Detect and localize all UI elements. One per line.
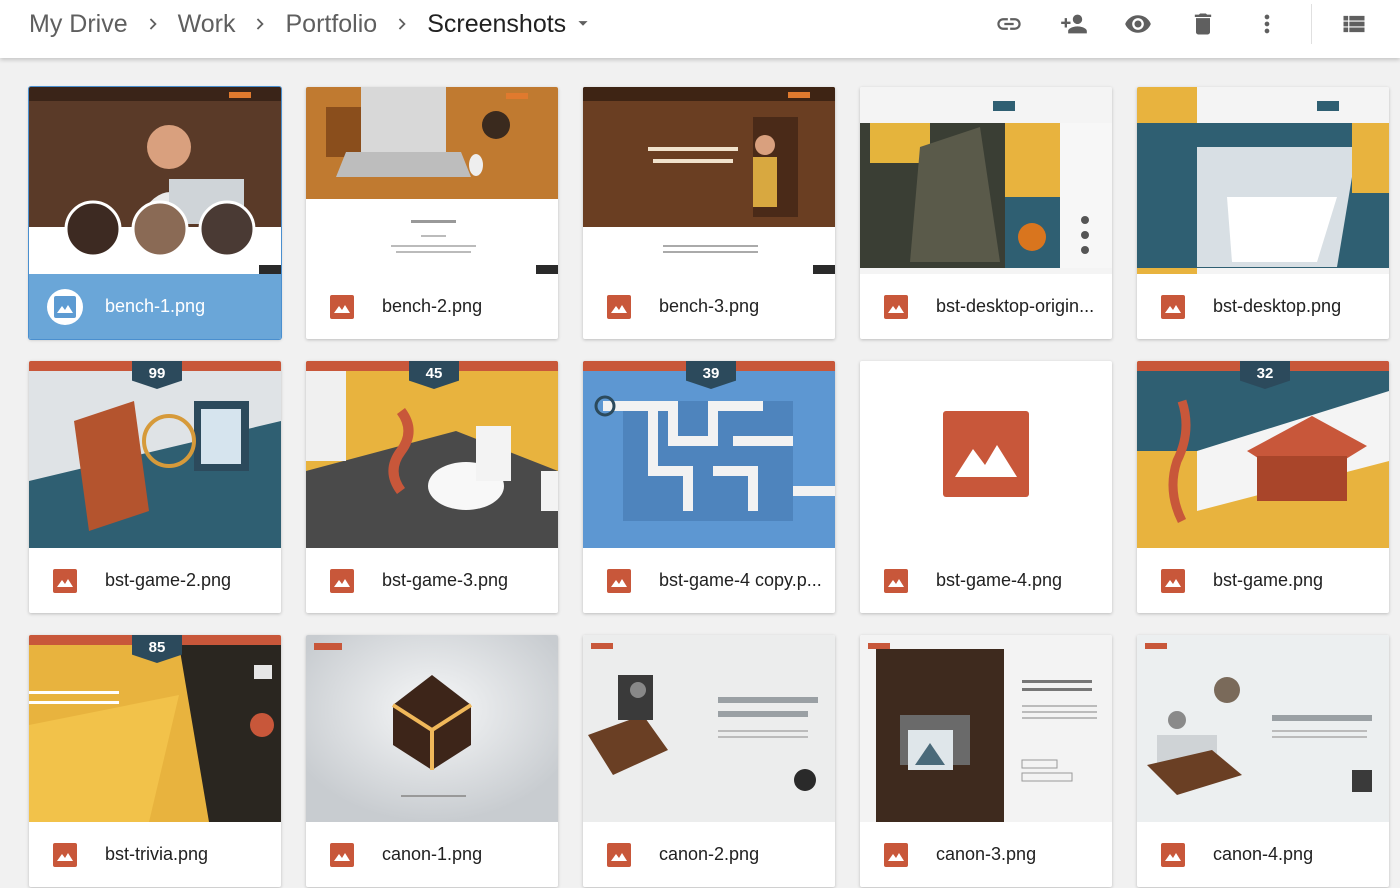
file-card[interactable]: canon-3.png (860, 635, 1112, 887)
image-file-icon (884, 568, 908, 593)
image-file-icon (884, 294, 908, 319)
file-label: bst-desktop-origin... (860, 274, 1112, 339)
file-thumbnail (1137, 87, 1389, 274)
image-placeholder-icon (943, 411, 1029, 497)
breadcrumb: My Drive Work Portfolio Screenshots (29, 0, 594, 48)
file-thumbnail (306, 87, 558, 274)
file-name: canon-4.png (1213, 844, 1314, 864)
trash-icon[interactable] (1183, 4, 1223, 44)
file-card[interactable]: 45 bst-game-3.png (306, 361, 558, 613)
breadcrumb-item-work[interactable]: Work (178, 10, 236, 39)
add-person-icon[interactable] (1054, 4, 1094, 44)
image-file-icon (53, 842, 77, 867)
file-label: bench-1.png (29, 274, 281, 339)
image-file-icon (330, 568, 354, 593)
file-thumbnail (860, 635, 1112, 822)
image-file-icon (330, 842, 354, 867)
file-label: canon-2.png (583, 822, 835, 887)
more-vert-icon[interactable] (1247, 4, 1287, 44)
file-card[interactable]: canon-4.png (1137, 635, 1389, 887)
file-card[interactable]: bench-1.png (29, 87, 281, 339)
file-name: bst-desktop-origin... (936, 296, 1095, 316)
file-card[interactable]: 39 bst-game-4 copy.p... (583, 361, 835, 613)
file-name: canon-1.png (382, 844, 483, 864)
image-file-icon (607, 294, 631, 319)
file-card[interactable]: 85 bst-trivia.png (29, 635, 281, 887)
file-grid: bench-1.png bench-2.png bench-3.png bst-… (29, 87, 1389, 887)
file-name: bst-game-3.png (382, 570, 509, 590)
image-file-icon (330, 294, 354, 319)
file-card[interactable]: bench-3.png (583, 87, 835, 339)
file-label: bst-desktop.png (1137, 274, 1389, 339)
file-label: bench-2.png (306, 274, 558, 339)
file-label: bst-game-4.png (860, 548, 1112, 613)
file-label: bst-game-3.png (306, 548, 558, 613)
breadcrumb-item-portfolio[interactable]: Portfolio (285, 10, 377, 39)
file-thumbnail: 39 (583, 361, 835, 548)
file-thumbnail (583, 87, 835, 274)
image-file-icon (47, 288, 83, 325)
file-label: bst-game-4 copy.p... (583, 548, 835, 613)
image-file-icon (1161, 294, 1185, 319)
file-card[interactable]: bst-desktop-origin... (860, 87, 1112, 339)
toolbar-divider (1311, 4, 1312, 44)
chevron-right-icon (235, 0, 285, 48)
file-thumbnail: 45 (306, 361, 558, 548)
list-view-icon[interactable] (1334, 4, 1374, 44)
file-thumbnail (583, 635, 835, 822)
image-file-icon (1161, 842, 1185, 867)
file-name: canon-2.png (659, 844, 760, 864)
file-card[interactable]: 99 bst-game-2.png (29, 361, 281, 613)
file-name: bst-game-4.png (936, 570, 1063, 590)
file-label: canon-1.png (306, 822, 558, 887)
file-label: bench-3.png (583, 274, 835, 339)
eye-icon[interactable] (1118, 4, 1158, 44)
file-name: bst-game-2.png (105, 570, 232, 590)
file-card[interactable]: bench-2.png (306, 87, 558, 339)
image-file-icon (884, 842, 908, 867)
file-name: bench-2.png (382, 296, 483, 316)
file-thumbnail (306, 635, 558, 822)
breadcrumb-item-my-drive[interactable]: My Drive (29, 10, 128, 39)
image-file-icon (607, 842, 631, 867)
file-name: bench-3.png (659, 296, 760, 316)
file-thumbnail (1137, 635, 1389, 822)
image-file-icon (1161, 568, 1185, 593)
file-card[interactable]: bst-desktop.png (1137, 87, 1389, 339)
file-card[interactable]: canon-2.png (583, 635, 835, 887)
chevron-right-icon (128, 0, 178, 48)
breadcrumb-current-folder[interactable]: Screenshots (427, 10, 566, 39)
file-name: bench-1.png (105, 296, 206, 316)
file-card[interactable]: 32 bst-game.png (1137, 361, 1389, 613)
file-thumbnail: 32 (1137, 361, 1389, 548)
file-label: bst-game-2.png (29, 548, 281, 613)
file-name: canon-3.png (936, 844, 1037, 864)
chevron-right-icon (377, 0, 427, 48)
file-name: bst-game.png (1213, 570, 1324, 590)
image-file-icon (53, 568, 77, 593)
file-thumbnail: 85 (29, 635, 281, 822)
file-thumbnail: 99 (29, 361, 281, 548)
file-thumbnail (860, 87, 1112, 274)
file-name: bst-trivia.png (105, 844, 209, 864)
image-file-icon (607, 568, 631, 593)
dropdown-arrow-icon[interactable] (566, 10, 594, 39)
link-icon[interactable] (989, 4, 1029, 44)
file-label: bst-game.png (1137, 548, 1389, 613)
file-label: bst-trivia.png (29, 822, 281, 887)
file-name: bst-desktop.png (1213, 296, 1342, 316)
file-label: canon-3.png (860, 822, 1112, 887)
file-name: bst-game-4 copy.p... (659, 570, 822, 590)
file-thumbnail (860, 361, 1112, 548)
file-thumbnail (29, 87, 281, 274)
top-bar: My Drive Work Portfolio Screenshots (0, 0, 1400, 58)
file-card[interactable]: bst-game-4.png (860, 361, 1112, 613)
file-card[interactable]: canon-1.png (306, 635, 558, 887)
file-label: canon-4.png (1137, 822, 1389, 887)
